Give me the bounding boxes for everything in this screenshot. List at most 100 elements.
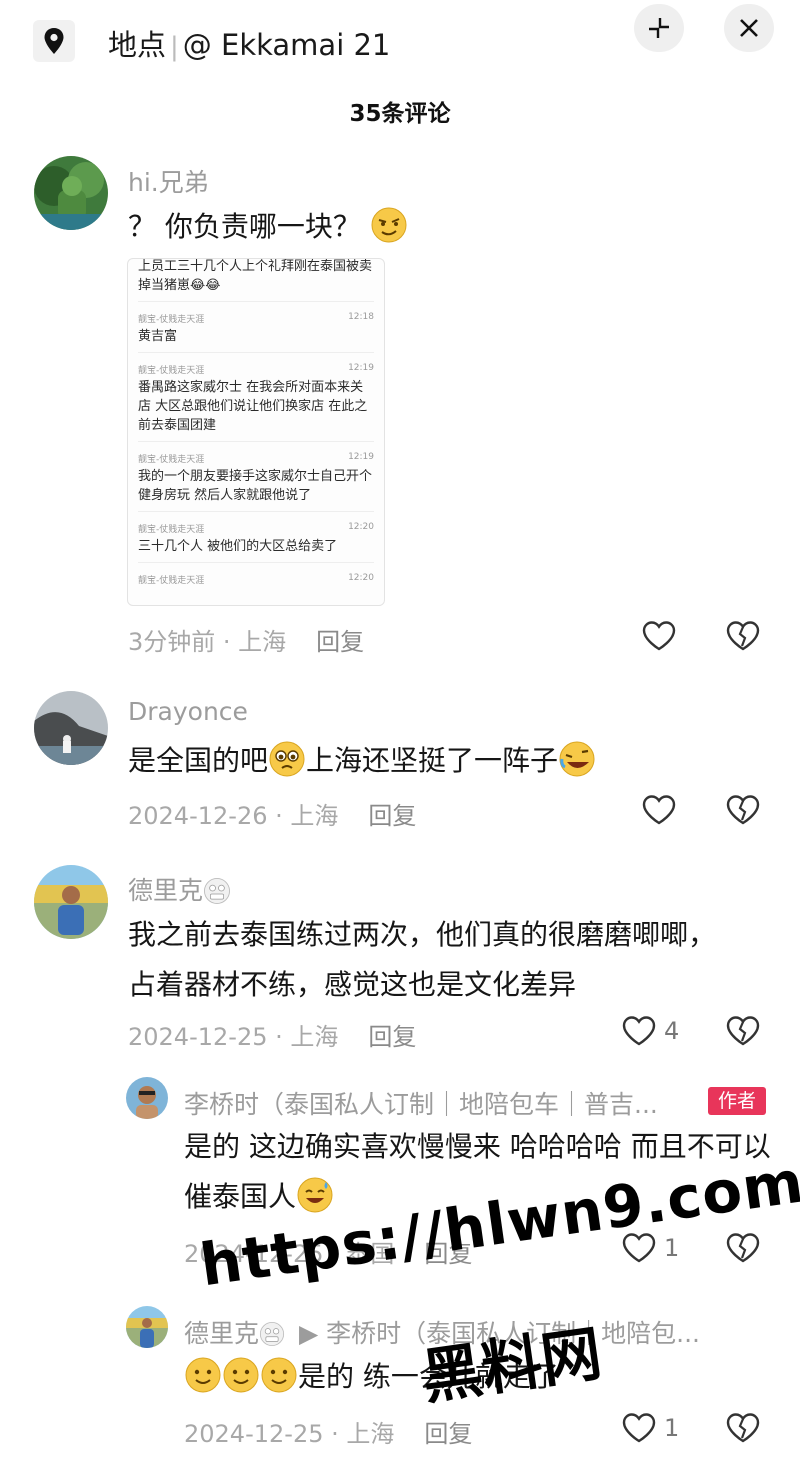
close-icon: [740, 19, 758, 37]
chat-message-text: 上员工三十几个人上个礼拜刚在泰国被卖掉当猪崽😂😂: [138, 259, 373, 293]
like-count: 4: [664, 1017, 680, 1045]
like-count: 1: [664, 1414, 680, 1442]
dislike-button[interactable]: [726, 620, 760, 656]
grimace-emoji-icon: [204, 878, 230, 904]
comment-meta: 2024-12-26 · 上海 回复: [128, 802, 417, 830]
heart-icon: [622, 1016, 656, 1046]
chat-sender-row: 靓宝-仗贱走天涯 12:18: [138, 301, 374, 325]
location-title[interactable]: 地点 | @ Ekkamai 21: [108, 22, 390, 64]
chat-time: 12:20: [348, 522, 374, 532]
reply-button[interactable]: 回复: [368, 802, 416, 830]
chat-time: 12:19: [348, 452, 374, 462]
location-label: 地点: [108, 28, 167, 62]
reply-button[interactable]: 回复: [316, 628, 364, 656]
chat-sender: 靓宝-仗贱走天涯: [138, 576, 205, 586]
chat-message: 靓宝-仗贱走天涯 12:18 黄吉富: [138, 301, 374, 346]
collapse-button[interactable]: [634, 4, 684, 52]
chat-sender: 靓宝-仗贱走天涯: [138, 525, 205, 535]
location-name: @ Ekkamai 21: [182, 28, 391, 62]
chat-screenshot-image[interactable]: 上员工三十几个人上个礼拜刚在泰国被卖掉当猪崽😂😂 靓宝-仗贱走天涯 12:18 黄…: [127, 258, 385, 606]
reply-button[interactable]: 回复: [424, 1420, 472, 1448]
broken-heart-icon: [726, 1233, 760, 1263]
comment-username-text: 德里克: [128, 876, 204, 905]
heart-icon: [622, 1413, 656, 1443]
smile-emoji-icon: [223, 1357, 259, 1393]
like-button[interactable]: 1: [622, 1412, 679, 1444]
chat-message: 靓宝-仗贱走天涯 12:20: [138, 562, 374, 586]
like-button[interactable]: 4: [622, 1015, 679, 1047]
chat-time: 12:20: [348, 573, 374, 583]
avatar[interactable]: [126, 1077, 168, 1119]
chat-sender: 靓宝-仗贱走天涯: [138, 315, 205, 325]
like-count: 1: [664, 1234, 680, 1262]
avatar[interactable]: [34, 691, 108, 765]
broken-heart-icon: [726, 795, 760, 825]
chat-message: 上员工三十几个人上个礼拜刚在泰国被卖掉当猪崽😂😂: [138, 259, 374, 295]
dislike-button[interactable]: [726, 794, 760, 830]
grimace-emoji-icon: [259, 1321, 285, 1347]
comment-username[interactable]: Drayonce: [128, 697, 248, 726]
location-pin-icon[interactable]: [33, 20, 75, 62]
chat-sender: 靓宝-仗贱走天涯: [138, 366, 205, 376]
chat-sender-row: 靓宝-仗贱走天涯 12:20: [138, 511, 374, 535]
comment-text-part: 上海还坚挺了一阵子: [306, 744, 559, 777]
reply-time: 2024-12-25: [184, 1420, 324, 1448]
chat-time: 12:18: [348, 312, 374, 322]
comment-text: ？ 你负责哪一块？: [128, 202, 748, 252]
chat-message-text: 我的一个朋友要接手这家威尔士自己开个健身房玩 然后人家就跟他说了: [138, 469, 373, 503]
avatar[interactable]: [34, 156, 108, 230]
like-button[interactable]: [642, 794, 676, 826]
comment-location: 上海: [290, 802, 339, 830]
broken-heart-icon: [726, 1016, 760, 1046]
chat-sender-row: 靓宝-仗贱走天涯 12:19: [138, 441, 374, 465]
broken-heart-icon: [726, 1413, 760, 1443]
dislike-button[interactable]: [726, 1412, 760, 1448]
chat-sender-row: 靓宝-仗贱走天涯 12:19: [138, 352, 374, 376]
like-button[interactable]: [642, 620, 676, 652]
teary-emoji-icon: [269, 741, 305, 777]
sweat-smile-emoji-icon: [297, 1177, 333, 1213]
broken-heart-icon: [726, 621, 760, 651]
comment-location: 上海: [290, 1023, 339, 1051]
chat-message: 靓宝-仗贱走天涯 12:20 三十几个人 被他们的大区总给卖了: [138, 511, 374, 556]
dislike-button[interactable]: [726, 1015, 760, 1051]
chat-sender-row: 靓宝-仗贱走天涯 12:20: [138, 562, 374, 586]
smile-emoji-icon: [261, 1357, 297, 1393]
comment-location: 上海: [238, 628, 287, 656]
smirk-emoji-icon: [371, 207, 407, 243]
comment-time: 3分钟前: [128, 628, 216, 656]
avatar[interactable]: [126, 1306, 168, 1348]
chat-message: 靓宝-仗贱走天涯 12:19 番禺路这家威尔士 在我会所对面本来关店 大区总跟他们…: [138, 352, 374, 435]
chat-time: 12:19: [348, 363, 374, 373]
chat-sender: 靓宝-仗贱走天涯: [138, 455, 205, 465]
reply-button[interactable]: 回复: [368, 1023, 416, 1051]
comment-text: 是全国的吧 上海还坚挺了一阵子: [128, 736, 748, 786]
comment-meta: 2024-12-25 · 上海 回复: [128, 1023, 417, 1051]
comment-text-body: ？ 你负责哪一块？: [128, 210, 361, 243]
avatar[interactable]: [34, 865, 108, 939]
close-button[interactable]: [724, 4, 774, 52]
comment-text: 我之前去泰国练过两次，他们真的很磨磨唧唧，占着器材不练，感觉这也是文化差异: [128, 918, 717, 1001]
comments-count-title: 35条评论: [349, 101, 451, 127]
comment-time: 2024-12-26: [128, 802, 268, 830]
chat-message: 靓宝-仗贱走天涯 12:19 我的一个朋友要接手这家威尔士自己开个健身房玩 然后人…: [138, 441, 374, 505]
divider: |: [170, 32, 179, 62]
reply-username-text: 德里克: [184, 1319, 260, 1348]
chat-message-text: 番禺路这家威尔士 在我会所对面本来关店 大区总跟他们说让他们换家店 在此之前去泰…: [138, 380, 368, 433]
reply-location: 上海: [346, 1420, 395, 1448]
comment-meta: 3分钟前 · 上海 回复: [128, 628, 365, 656]
heart-icon: [642, 621, 676, 651]
comment-username[interactable]: 德里克: [128, 871, 231, 907]
reply-meta: 2024-12-25 · 上海 回复: [184, 1420, 473, 1448]
comment-username[interactable]: hi.兄弟: [128, 163, 209, 199]
dislike-button[interactable]: [726, 1232, 760, 1268]
collapse-icon: [649, 18, 669, 38]
smile-emoji-icon: [185, 1357, 221, 1393]
chat-message-text: 三十几个人 被他们的大区总给卖了: [138, 539, 338, 554]
heart-icon: [642, 795, 676, 825]
chat-message-text: 黄吉富: [138, 329, 178, 344]
author-badge: 作者: [708, 1087, 766, 1115]
reply-username[interactable]: 李桥时（泰国私人订制｜地陪包车｜普吉...: [184, 1085, 694, 1121]
comment-text-part: 是全国的吧: [128, 744, 269, 777]
rofl-emoji-icon: [559, 741, 595, 777]
